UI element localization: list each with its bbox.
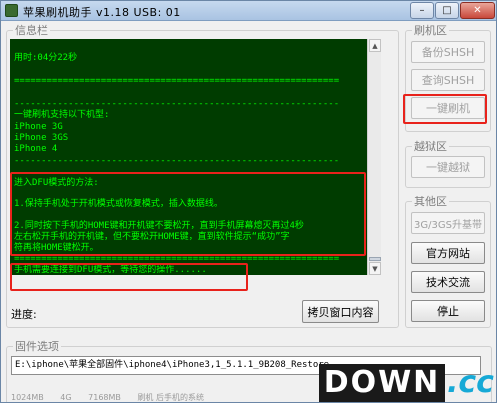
log-line: iPhone 3G [14, 122, 63, 132]
minimize-button[interactable]: – [410, 2, 434, 19]
status-fragment: 4G [60, 393, 72, 402]
query-shsh-button[interactable]: 查询SHSH [411, 69, 485, 91]
log-line: ========================================… [14, 254, 340, 264]
log-line: 用时:04分22秒 [14, 53, 78, 63]
log-console[interactable]: 用时:04分22秒 ==============================… [10, 39, 381, 275]
app-window: 苹果刷机助手 v1.18 USB: 01 – □ ✕ 信息栏 用时:04分22秒… [0, 0, 497, 403]
log-line: 1.保持手机处于开机模式或恢复模式，插入数据线。 [14, 199, 223, 209]
watermark-cc: .cc [447, 365, 494, 400]
tech-exchange-button[interactable]: 技术交流 [411, 271, 485, 293]
stop-button[interactable]: 停止 [411, 300, 485, 322]
firmware-panel-legend: 固件选项 [15, 340, 59, 353]
log-line: 一键刷机支持以下机型: [14, 110, 110, 120]
log-line: 符再将HOME键松开。 [14, 243, 99, 253]
app-icon [5, 4, 18, 17]
down-cc-watermark: DOWN .cc [319, 364, 494, 402]
copy-window-button[interactable]: 拷贝窗口内容 [302, 300, 379, 323]
log-line: ========================================… [14, 76, 340, 86]
backup-shsh-button[interactable]: 备份SHSH [411, 41, 485, 63]
watermark-down: DOWN [319, 364, 445, 402]
close-button[interactable]: ✕ [460, 2, 495, 19]
log-line: iPhone 3GS [14, 133, 69, 143]
one-click-jailbreak-button[interactable]: 一键越狱 [411, 156, 485, 178]
window-title: 苹果刷机助手 v1.18 USB: 01 [23, 6, 181, 19]
official-site-button[interactable]: 官方网站 [411, 242, 485, 264]
firmware-status-row: 1024MB 4G 7168MB 刷机 后手机的系统 [11, 392, 218, 402]
jailbreak-panel-legend: 越狱区 [414, 140, 447, 153]
log-line: 2.同时按下手机的HOME键和开机键不要松开，直到手机屏幕熄灭再过4秒 [14, 221, 304, 231]
progress-label: 进度: [11, 308, 37, 321]
other-panel-legend: 其他区 [414, 195, 447, 208]
scroll-up-icon[interactable]: ▲ [369, 39, 381, 52]
console-scrollbar[interactable]: ▲ ▼ [367, 39, 381, 275]
title-bar[interactable]: 苹果刷机助手 v1.18 USB: 01 – □ ✕ [1, 1, 496, 21]
maximize-button[interactable]: □ [435, 2, 459, 19]
log-line: ----------------------------------------… [14, 156, 340, 166]
one-click-flash-button[interactable]: 一键刷机 [411, 97, 485, 119]
log-line: 左右松开手机的开机键，但不要松开HOME键，直到软件提示“成功”字 [14, 232, 290, 242]
log-line: 手机需要连接到DFU模式，等待您的操作...... [14, 265, 207, 275]
baseband-upgrade-button[interactable]: 3G/3GS升基带 [411, 212, 485, 234]
flash-panel-legend: 刷机区 [414, 24, 447, 37]
scroll-thumb[interactable] [369, 257, 381, 261]
log-line: ----------------------------------------… [14, 99, 340, 109]
log-line: 进入DFU模式的方法: [14, 178, 99, 188]
status-fragment: 1024MB [11, 393, 44, 402]
scroll-down-icon[interactable]: ▼ [369, 262, 381, 275]
status-fragment: 刷机 后手机的系统 [137, 393, 204, 402]
log-line: iPhone 4 [14, 144, 58, 154]
info-panel-legend: 信息栏 [15, 24, 48, 37]
status-fragment: 7168MB [88, 393, 121, 402]
